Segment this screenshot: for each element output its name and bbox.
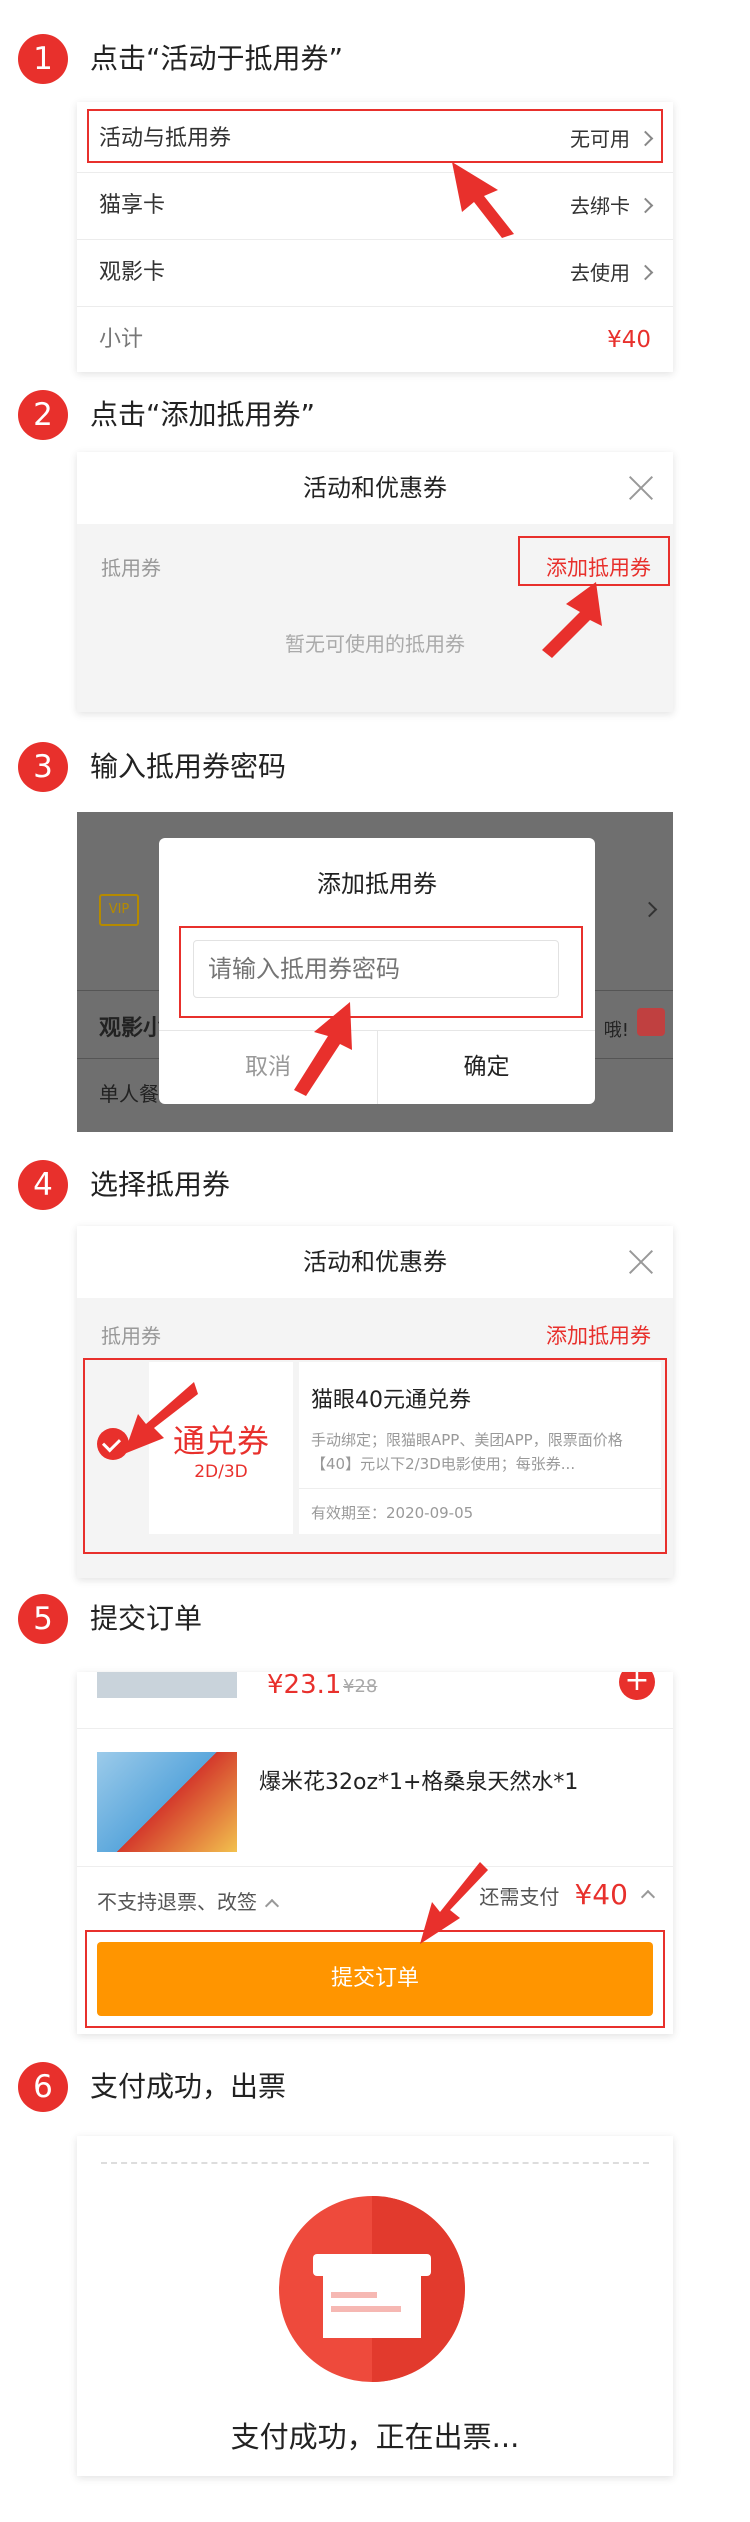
product-price: ¥23.1: [267, 1672, 342, 1700]
modal-title: 活动和优惠券: [77, 1226, 673, 1298]
highlight-box: [518, 536, 670, 586]
step-number: 1: [18, 34, 68, 84]
pointer-arrow-icon: [542, 582, 602, 658]
pointer-arrow-icon: [452, 162, 514, 238]
pointer-arrow-icon: [124, 1382, 198, 1454]
step-number: 2: [18, 390, 68, 440]
highlight-box: [179, 926, 583, 1018]
pointer-arrow-icon: [294, 1002, 352, 1096]
checkout-summary-card: 活动与抵用券 无可用 猫享卡 去绑卡 观影卡 去使用 小计 ¥40: [77, 102, 673, 372]
step-title: 点击“添加抵用券”: [90, 398, 316, 431]
chevron-right-icon: [637, 197, 654, 214]
row-label: 猫享卡: [99, 193, 166, 218]
need-pay-label: 还需支付: [479, 1885, 560, 1909]
step-title: 选择抵用券: [90, 1168, 231, 1201]
bg-text: 哦!: [603, 1020, 629, 1041]
gift-icon: [637, 1008, 665, 1036]
row-label: 观影卡: [99, 260, 166, 285]
payment-summary[interactable]: 还需支付 ¥40: [479, 1878, 656, 1911]
step-title: 提交订单: [90, 1602, 203, 1635]
subtotal-value: ¥40: [607, 327, 651, 353]
step-number: 3: [18, 742, 68, 792]
product-old-price: ¥28: [343, 1676, 378, 1697]
step-number: 4: [18, 1160, 68, 1210]
step-number: 6: [18, 2062, 68, 2112]
movie-card-row[interactable]: 观影卡 去使用: [77, 240, 673, 307]
ticket-printing-icon: [279, 2196, 465, 2382]
modal-title: 活动和优惠券: [77, 452, 673, 524]
coupon-label: 抵用券: [101, 1324, 161, 1348]
step-title: 输入抵用券密码: [90, 750, 287, 783]
payment-success-card: 支付成功，正在出票...: [77, 2136, 673, 2476]
highlight-box: [87, 109, 663, 163]
highlight-box: [85, 1930, 665, 2028]
cat-card-row[interactable]: 猫享卡 去绑卡: [77, 173, 673, 240]
bg-text: 观影小: [99, 1016, 166, 1041]
chevron-up-icon: [640, 1889, 656, 1905]
bg-text: 单人餐: [99, 1082, 159, 1106]
need-pay-amount: ¥40: [574, 1878, 628, 1911]
add-icon[interactable]: +: [619, 1672, 655, 1700]
step-number: 5: [18, 1594, 68, 1644]
product-image: [97, 1672, 237, 1698]
chevron-right-icon: [637, 264, 654, 281]
dialog-title: 添加抵用券: [317, 870, 437, 898]
close-icon[interactable]: [627, 1248, 655, 1276]
refund-policy[interactable]: 不支持退票、改签: [97, 1886, 280, 1915]
row-value: 去绑卡: [570, 194, 630, 218]
add-coupon-button[interactable]: 添加抵用券: [546, 1320, 651, 1350]
row-label: 小计: [99, 327, 144, 352]
order-submit-panel: ¥23.1 ¥28 + 爆米花32oz*1+格桑泉天然水*1 不支持退票、改签 …: [77, 1672, 673, 2034]
coupon-label: 抵用券: [101, 556, 161, 580]
chevron-right-icon: [641, 901, 658, 918]
success-message: 支付成功，正在出票...: [230, 2420, 520, 2454]
subtotal-row: 小计 ¥40: [77, 307, 673, 373]
confirm-button[interactable]: 确定: [378, 1030, 595, 1104]
pointer-arrow-icon: [420, 1862, 488, 1944]
step-title: 点击“活动于抵用券”: [90, 42, 344, 75]
close-icon[interactable]: [627, 474, 655, 502]
vip-icon: VIP: [99, 894, 139, 926]
row-value: 去使用: [570, 261, 630, 285]
popcorn-image: [97, 1752, 237, 1852]
product-name: 爆米花32oz*1+格桑泉天然水*1: [259, 1770, 579, 1795]
chevron-up-icon: [264, 1898, 280, 1914]
step-title: 支付成功，出票: [90, 2070, 287, 2103]
